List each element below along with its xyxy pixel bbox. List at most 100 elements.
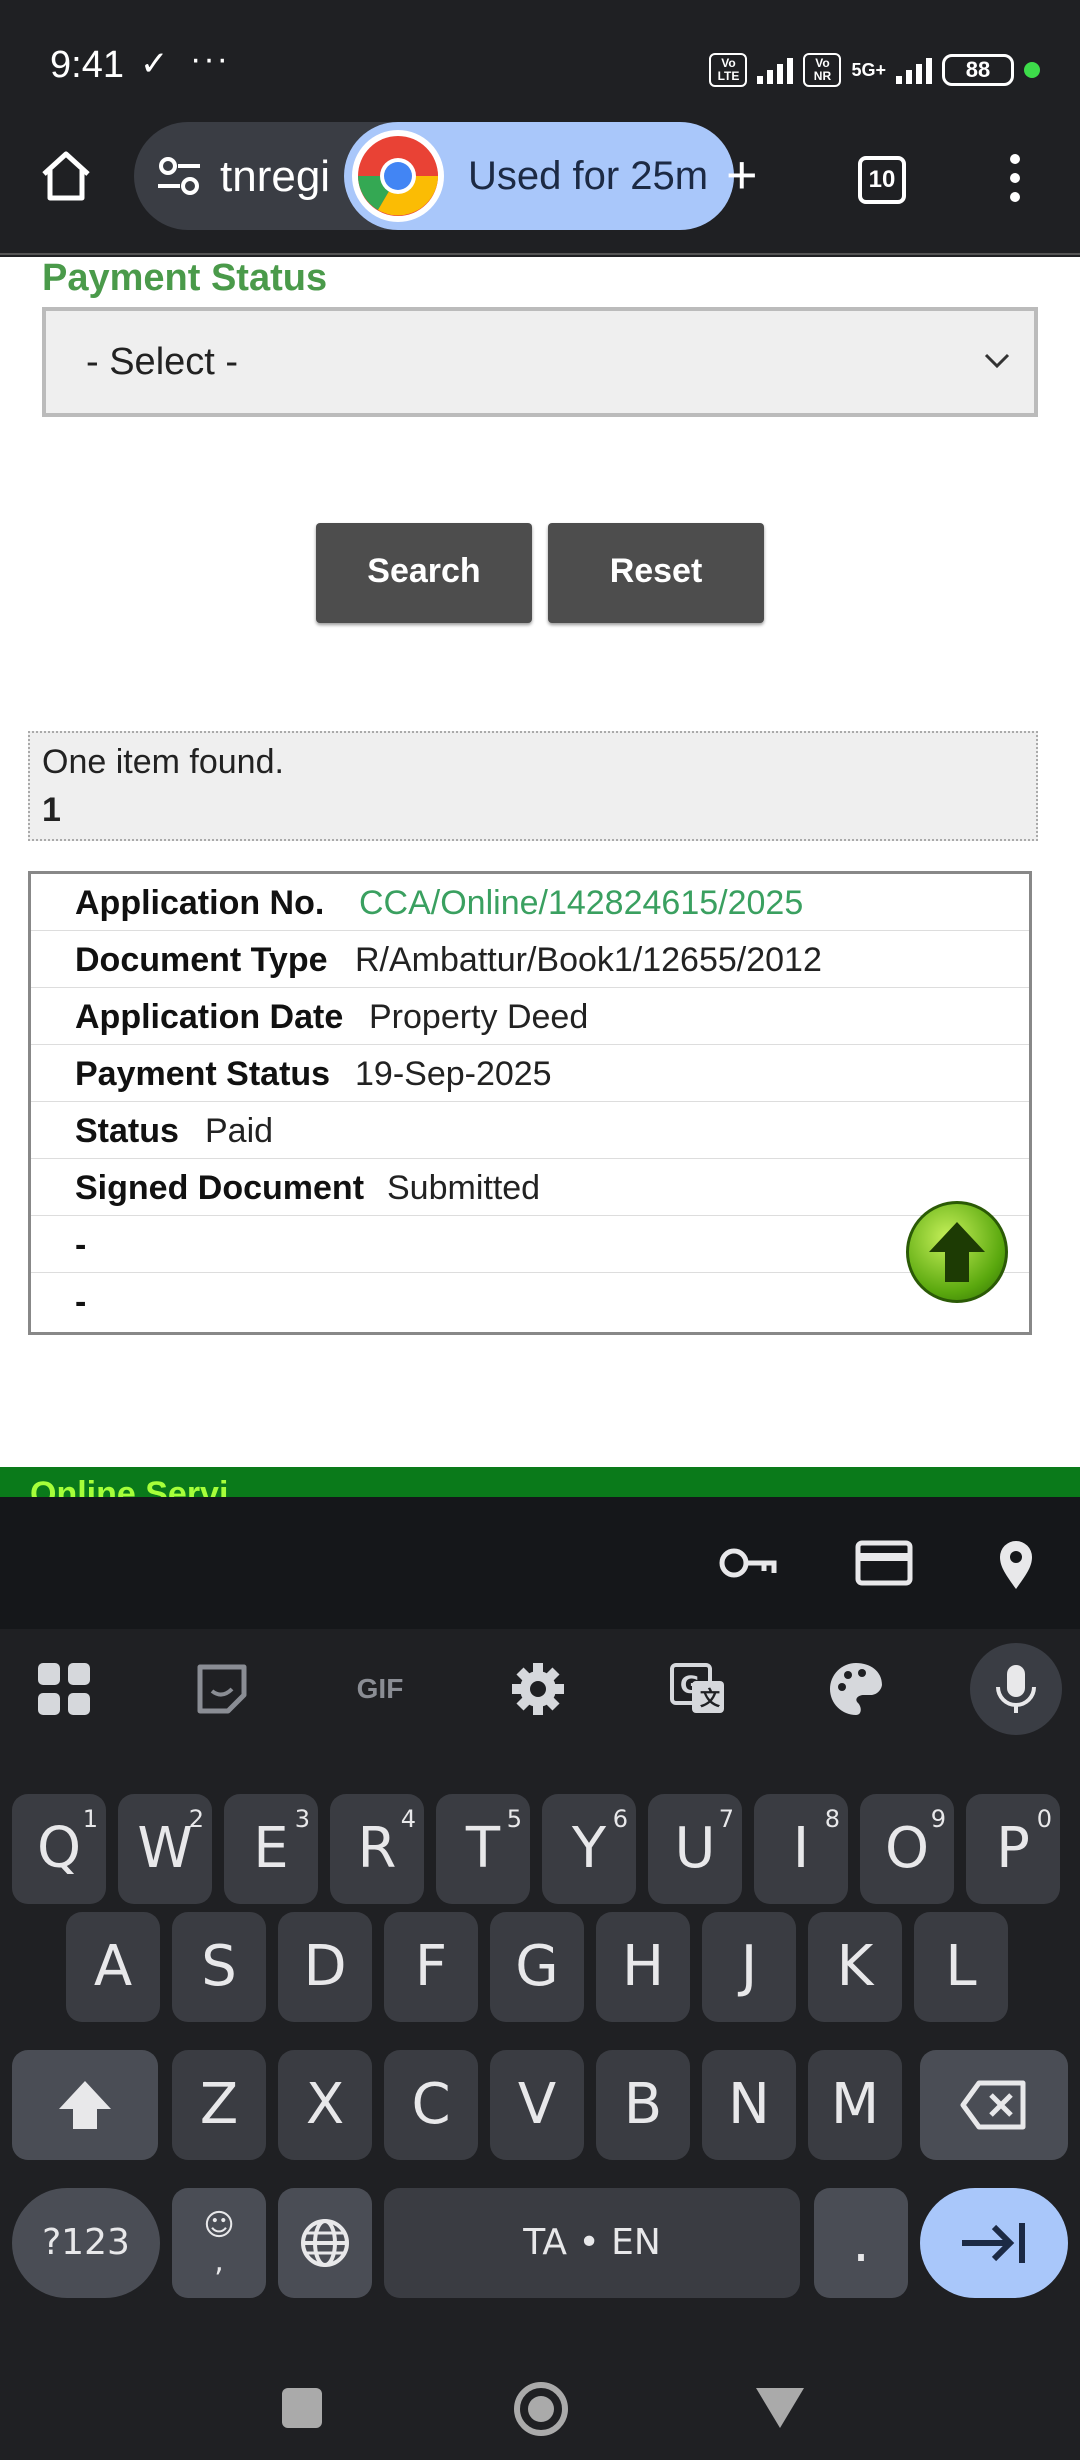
signal-icon-2 [896, 56, 932, 84]
voice-input-button[interactable] [970, 1643, 1062, 1735]
row-label: Payment Status [75, 1055, 331, 1093]
row-label: - [75, 1283, 87, 1321]
key-p[interactable]: P0 [966, 1794, 1060, 1904]
key-i[interactable]: I8 [754, 1794, 848, 1904]
reset-button[interactable]: Reset [548, 523, 764, 623]
usage-text: Used for 25m [468, 154, 709, 198]
gif-button[interactable]: GIF [348, 1657, 412, 1721]
key-n[interactable]: N [702, 2050, 796, 2160]
arrow-up-icon [929, 1222, 985, 1282]
theme-palette-icon[interactable] [824, 1657, 888, 1721]
key-u[interactable]: U7 [648, 1794, 742, 1904]
address-bar[interactable]: tnregi Used for 25m [134, 122, 734, 230]
space-key[interactable]: TA • EN [384, 2188, 800, 2298]
home-icon[interactable] [36, 146, 96, 206]
key-label: E [253, 1816, 289, 1881]
key-q[interactable]: Q1 [12, 1794, 106, 1904]
key-l[interactable]: L [914, 1912, 1008, 2022]
site-settings-icon[interactable] [154, 154, 204, 198]
overflow-menu-icon[interactable] [1000, 150, 1030, 210]
key-y[interactable]: Y6 [542, 1794, 636, 1904]
key-x[interactable]: X [278, 2050, 372, 2160]
search-button[interactable]: Search [316, 523, 532, 623]
location-pin-icon[interactable] [984, 1535, 1048, 1591]
key-v[interactable]: V [490, 2050, 584, 2160]
key-k[interactable]: K [808, 1912, 902, 2022]
keyboard-toolbar: GIF G 文 [0, 1629, 1080, 1749]
settings-gear-icon[interactable] [506, 1657, 570, 1721]
key-t[interactable]: T5 [436, 1794, 530, 1904]
key-label: Y [571, 1816, 607, 1881]
key-m[interactable]: M [808, 2050, 902, 2160]
key-g[interactable]: G [490, 1912, 584, 2022]
row-label: Status [75, 1112, 179, 1150]
key-hint: 4 [400, 1805, 416, 1833]
key-s[interactable]: S [172, 1912, 266, 2022]
key-b[interactable]: B [596, 2050, 690, 2160]
row-value: Submitted [387, 1169, 541, 1207]
backspace-icon [960, 2080, 1026, 2130]
svg-text:文: 文 [700, 1686, 721, 1710]
recents-button[interactable] [282, 2388, 322, 2428]
language-key[interactable] [278, 2188, 372, 2298]
shift-key[interactable] [12, 2050, 158, 2160]
row-label: Application Date [75, 998, 344, 1036]
row-label: Application No. [75, 884, 325, 922]
key-hint: 8 [824, 1805, 840, 1833]
key-o[interactable]: O9 [860, 1794, 954, 1904]
key-icon[interactable] [716, 1535, 780, 1591]
apps-grid-icon[interactable] [32, 1657, 96, 1721]
found-text: One item found. [42, 743, 284, 781]
key-hint: 3 [294, 1805, 310, 1833]
key-c[interactable]: C [384, 2050, 478, 2160]
application-number-link[interactable]: CCA/Online/142824615/2025 [359, 884, 803, 923]
scroll-to-top-button[interactable] [906, 1201, 1008, 1303]
shift-icon [59, 2081, 111, 2129]
home-button[interactable] [514, 2382, 568, 2436]
table-row: Application Date Property Deed [31, 988, 1029, 1045]
volte-icon: Vo LTE [709, 53, 748, 87]
key-a[interactable]: A [66, 1912, 160, 2022]
key-e[interactable]: E3 [224, 1794, 318, 1904]
key-j[interactable]: J [702, 1912, 796, 2022]
status-icons: Vo LTE Vo NR 5G+ 88 [709, 50, 1040, 90]
row-value: R/Ambattur/Book1/12655/2012 [355, 941, 822, 979]
key-z[interactable]: Z [172, 2050, 266, 2160]
download-check-icon: ✓ [140, 45, 169, 83]
key-label: U [674, 1816, 716, 1881]
credit-card-icon[interactable] [852, 1535, 916, 1591]
url-text[interactable]: tnregi [220, 152, 330, 202]
back-button[interactable] [756, 2388, 804, 2428]
translate-icon[interactable]: G 文 [666, 1657, 730, 1721]
page-number-link[interactable]: 1 [42, 791, 61, 830]
new-tab-icon[interactable]: + [726, 148, 758, 202]
tab-switcher-button[interactable]: 10 [858, 156, 906, 204]
row-value: Paid [205, 1112, 274, 1150]
more-notifications-icon: ··· [190, 40, 230, 78]
payment-status-label: Payment Status [42, 257, 328, 299]
online-services-band: Online Servi [0, 1467, 1080, 1497]
key-hint: 2 [188, 1805, 204, 1833]
payment-status-select[interactable]: - Select - [42, 307, 1038, 417]
key-label: R [357, 1816, 397, 1881]
period-key[interactable]: . [814, 2188, 908, 2298]
key-hint: 5 [506, 1805, 522, 1833]
key-h[interactable]: H [596, 1912, 690, 2022]
go-key[interactable] [920, 2188, 1068, 2298]
chevron-down-icon [984, 353, 1010, 369]
key-r[interactable]: R4 [330, 1794, 424, 1904]
emoji-key[interactable]: ☺ , [172, 2188, 266, 2298]
symbols-key[interactable]: ?123 [12, 2188, 160, 2298]
chrome-logo-icon [352, 130, 444, 222]
keyboard: GIF G 文 Q1 W2 E3 R 4 T 5 Y 6 U 7 I 8 O 9… [0, 1497, 1080, 2460]
backspace-key[interactable] [920, 2050, 1068, 2160]
sticker-icon[interactable] [190, 1657, 254, 1721]
key-hint: 6 [612, 1805, 628, 1833]
key-label: I [792, 1816, 810, 1881]
key-label: P [996, 1816, 1030, 1881]
usage-tooltip: Used for 25m [344, 122, 734, 230]
key-f[interactable]: F [384, 1912, 478, 2022]
key-w[interactable]: W2 [118, 1794, 212, 1904]
key-d[interactable]: D [278, 1912, 372, 2022]
key-hint: 9 [930, 1805, 946, 1833]
